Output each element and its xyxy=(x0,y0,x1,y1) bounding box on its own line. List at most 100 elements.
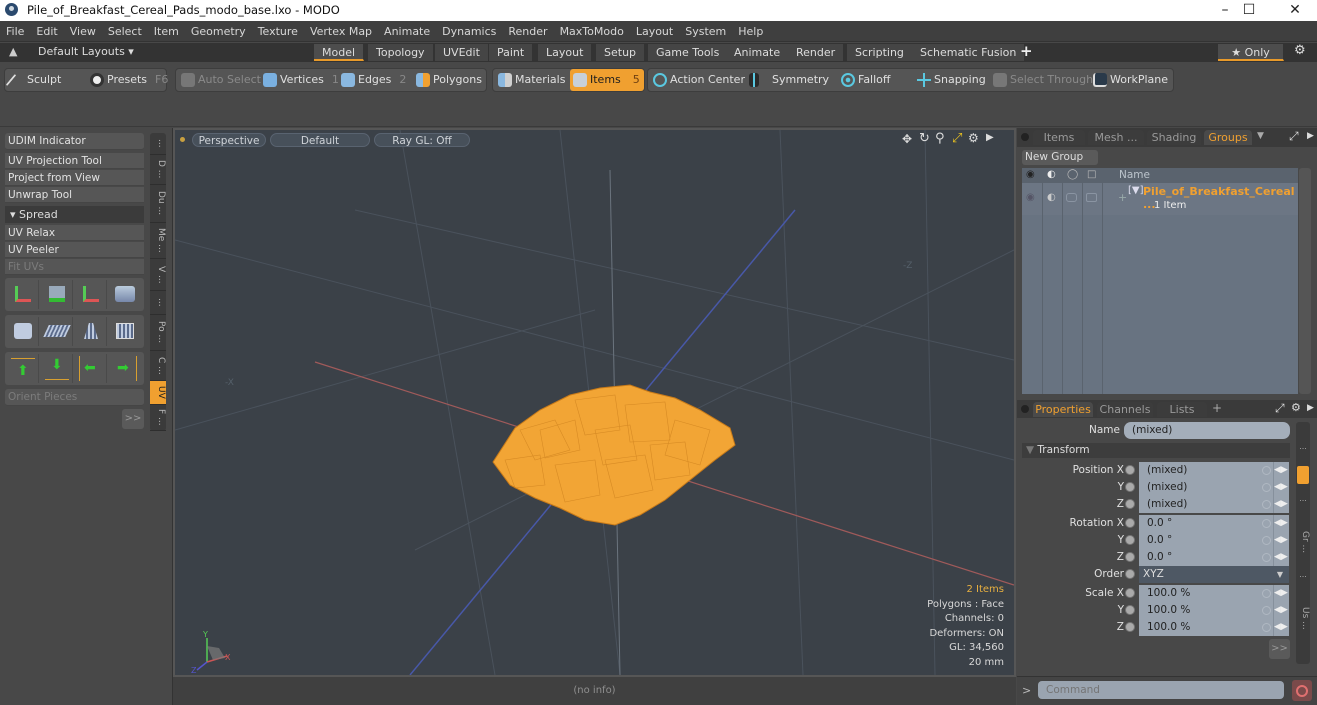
visibility-toggle-icon[interactable]: ◉ xyxy=(1026,192,1035,203)
close-button[interactable]: ✕ xyxy=(1272,0,1317,21)
pan-icon[interactable]: ✥ xyxy=(902,132,912,146)
rotation-y-field[interactable]: 0.0 ° ◀▶ xyxy=(1139,532,1289,549)
name-column-header[interactable]: Name xyxy=(1119,169,1150,181)
position-y-keyframe-icon[interactable] xyxy=(1125,482,1135,492)
zoom-icon[interactable]: ⚲ xyxy=(935,131,945,146)
menu-texture[interactable]: Texture xyxy=(252,21,304,42)
transform-section-header[interactable]: ▼ Transform xyxy=(1022,443,1290,458)
uv-trapezoid-projection[interactable] xyxy=(75,317,107,346)
menu-help[interactable]: Help xyxy=(732,21,769,42)
render-toggle-icon[interactable]: ◐ xyxy=(1047,192,1056,203)
project-from-view-button[interactable]: Project from View xyxy=(5,170,144,186)
cereal-pile-model[interactable] xyxy=(492,384,736,526)
falloff-button[interactable]: Falloff xyxy=(838,69,890,91)
position-z-field[interactable]: (mixed) ◀▶ xyxy=(1139,496,1289,513)
presets-button[interactable]: Presets F6 xyxy=(87,69,168,91)
workplane-button[interactable]: WorkPlane xyxy=(1090,69,1168,91)
unwrap-tool-button[interactable]: Unwrap Tool xyxy=(5,187,144,203)
side-tab-me[interactable]: Me ... xyxy=(150,223,166,259)
expand-group-icon[interactable]: + xyxy=(1118,191,1127,204)
symmetry-button[interactable]: Symmetry xyxy=(746,69,829,91)
default-layouts-dropdown[interactable]: Default Layouts ▾ xyxy=(38,45,134,58)
command-input[interactable] xyxy=(1038,681,1284,699)
scale-x-field[interactable]: 100.0 % ◀▶ xyxy=(1139,585,1289,602)
menu-layout[interactable]: Layout xyxy=(630,21,679,42)
new-group-button[interactable]: New Group xyxy=(1022,150,1098,165)
tab-scripting[interactable]: Scripting xyxy=(847,44,913,61)
tab-properties[interactable]: Properties xyxy=(1033,402,1093,417)
vertices-button[interactable]: Vertices 1 xyxy=(260,69,339,91)
render-column-icon[interactable]: ◐ xyxy=(1047,169,1056,180)
udim-indicator-button[interactable]: UDIM Indicator xyxy=(5,133,144,150)
side-tab-active[interactable] xyxy=(1297,466,1309,484)
position-x-field[interactable]: (mixed) ◀▶ xyxy=(1139,462,1289,479)
viewport-settings-icon[interactable]: ⚙ xyxy=(968,131,979,145)
add-tab-button[interactable]: + xyxy=(1212,401,1222,415)
expand-panel-icon[interactable]: ⤢ xyxy=(1275,401,1285,416)
uv-projection-tool-button[interactable]: UV Projection Tool xyxy=(5,153,144,169)
menu-system[interactable]: System xyxy=(679,21,732,42)
menu-geometry[interactable]: Geometry xyxy=(185,21,252,42)
raygl-toggle[interactable]: Ray GL: Off xyxy=(374,133,470,147)
sculpt-button[interactable]: Sculpt xyxy=(5,69,61,91)
side-tab-1[interactable]: ... xyxy=(150,133,166,155)
uv-move-tool[interactable] xyxy=(7,280,39,309)
scale-z-field[interactable]: 100.0 % ◀▶ xyxy=(1139,619,1289,636)
panel-menu-arrow-icon[interactable]: ▶ xyxy=(1307,131,1314,141)
uv-peeler-button[interactable]: UV Peeler xyxy=(5,242,144,258)
tab-items[interactable]: Items xyxy=(1033,130,1085,145)
tab-schematic-fusion[interactable]: Schematic Fusion xyxy=(912,44,1026,61)
properties-settings-icon[interactable]: ⚙ xyxy=(1291,401,1301,414)
rotation-x-keyframe-icon[interactable] xyxy=(1125,518,1135,528)
menu-vertex-map[interactable]: Vertex Map xyxy=(304,21,378,42)
tab-animate[interactable]: Animate xyxy=(726,44,790,61)
position-x-keyframe-icon[interactable] xyxy=(1125,465,1135,475)
scale-y-keyframe-icon[interactable] xyxy=(1125,605,1135,615)
menu-view[interactable]: View xyxy=(64,21,102,42)
tab-mesh[interactable]: Mesh ... xyxy=(1088,130,1144,145)
expand-panel-icon[interactable]: ⤢ xyxy=(1289,129,1299,144)
lock-column-icon[interactable]: ◯ xyxy=(1067,169,1078,180)
scale-x-keyframe-icon[interactable] xyxy=(1125,588,1135,598)
tabs-dropdown-icon[interactable]: ▼ xyxy=(1257,131,1264,141)
tab-model[interactable]: Model xyxy=(314,44,365,61)
gear-icon[interactable]: ⚙ xyxy=(1294,43,1306,58)
tab-channels[interactable]: Channels xyxy=(1097,402,1153,417)
tab-uvedit[interactable]: UVEdit xyxy=(435,44,489,61)
side-tab-d[interactable]: D ... xyxy=(150,155,166,185)
uv-planar-projection[interactable] xyxy=(41,317,73,346)
select-through-button[interactable]: Select Through xyxy=(990,69,1093,91)
side-tab-v[interactable]: V ... xyxy=(150,259,166,291)
uv-transform-tool[interactable] xyxy=(109,280,141,309)
more-tools-button[interactable]: >> xyxy=(122,409,144,429)
auto-select-button[interactable]: Auto Select xyxy=(178,69,261,91)
tab-groups[interactable]: Groups xyxy=(1204,130,1252,145)
record-macro-button[interactable] xyxy=(1292,680,1312,701)
3d-viewport[interactable]: -X -Z Y Z X Perspective Default Ray GL: … xyxy=(173,128,1016,677)
items-button[interactable]: Items 5 xyxy=(570,69,644,91)
order-keyframe-icon[interactable] xyxy=(1125,569,1135,579)
side-tab-5[interactable]: ... xyxy=(1296,570,1310,590)
position-y-field[interactable]: (mixed) ◀▶ xyxy=(1139,479,1289,496)
scale-z-keyframe-icon[interactable] xyxy=(1125,622,1135,632)
tab-shading[interactable]: Shading xyxy=(1147,130,1201,145)
menu-animate[interactable]: Animate xyxy=(378,21,436,42)
tab-topology[interactable]: Topology xyxy=(368,44,434,61)
menu-item[interactable]: Item xyxy=(148,21,185,42)
rotation-z-field[interactable]: 0.0 ° ◀▶ xyxy=(1139,549,1289,566)
view-mode-dropdown[interactable]: Perspective xyxy=(192,133,266,147)
viewport-indicator-icon[interactable] xyxy=(180,137,185,142)
select-toggle-icon[interactable] xyxy=(1086,193,1097,202)
tab-layout[interactable]: Layout xyxy=(538,44,593,61)
tab-render[interactable]: Render xyxy=(788,44,845,61)
tab-lists[interactable]: Lists xyxy=(1157,402,1207,417)
collapse-icon[interactable]: ▲ xyxy=(9,45,17,58)
visibility-column-icon[interactable]: ◉ xyxy=(1026,169,1035,180)
align-left-button[interactable]: ⬅ xyxy=(75,354,107,383)
menu-maxtomodo[interactable]: MaxToModo xyxy=(554,21,630,42)
rotation-x-field[interactable]: 0.0 ° ◀▶ xyxy=(1139,515,1289,532)
panel-menu-arrow-icon[interactable]: ▶ xyxy=(1307,403,1314,413)
side-tab-c[interactable]: C ... xyxy=(150,351,166,381)
menu-edit[interactable]: Edit xyxy=(30,21,63,42)
order-dropdown[interactable]: XYZ ▼ xyxy=(1139,566,1289,583)
